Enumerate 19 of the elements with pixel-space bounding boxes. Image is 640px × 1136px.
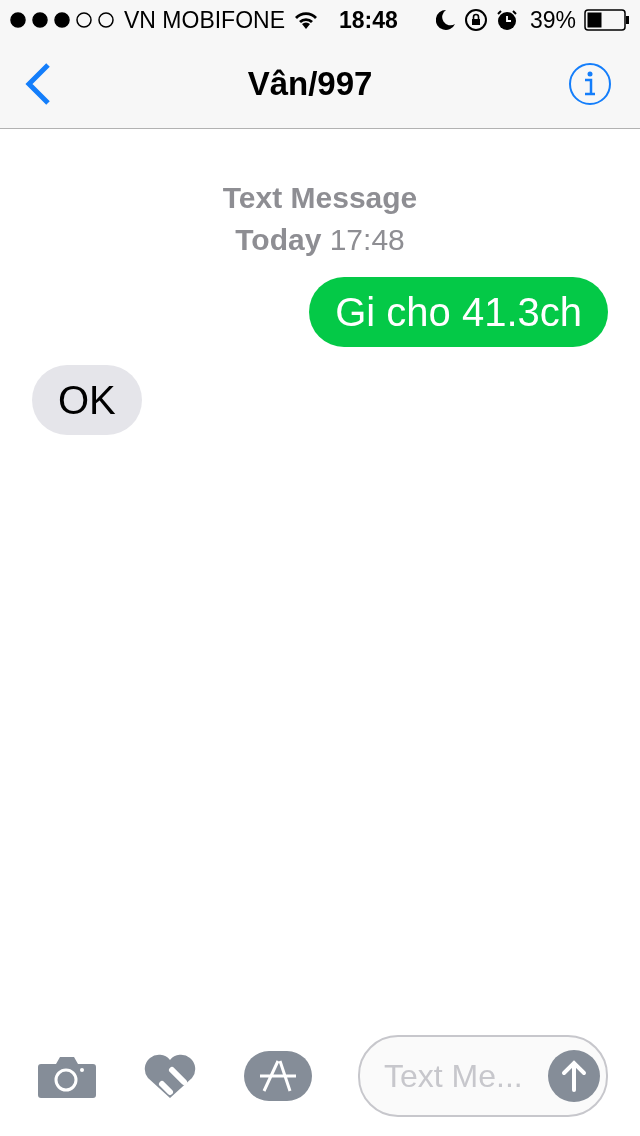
alarm-icon: [495, 9, 518, 31]
battery-percent: 39%: [529, 6, 576, 34]
send-button-icon[interactable]: [548, 1050, 600, 1102]
service-label: Text Message: [222, 180, 418, 216]
clock-time: 18:48: [339, 6, 398, 34]
app-store-icon[interactable]: [244, 1051, 312, 1101]
moon-icon: [435, 9, 456, 31]
message-timestamp: Today 17:48: [235, 222, 405, 258]
received-message-bubble: OK: [32, 365, 142, 435]
contact-title: Vân/997: [247, 65, 373, 103]
sent-message-bubble: Gi cho 41.3ch: [309, 277, 608, 347]
camera-icon[interactable]: [38, 1054, 96, 1098]
carrier-name: VN MOBIFONE: [124, 6, 285, 34]
battery-icon: [584, 9, 630, 31]
heart-touch-icon[interactable]: [142, 1052, 198, 1100]
rotation-lock-icon: [463, 8, 488, 32]
wifi-icon: [293, 10, 319, 30]
info-icon[interactable]: [568, 62, 612, 106]
back-chevron-icon[interactable]: [24, 62, 52, 106]
